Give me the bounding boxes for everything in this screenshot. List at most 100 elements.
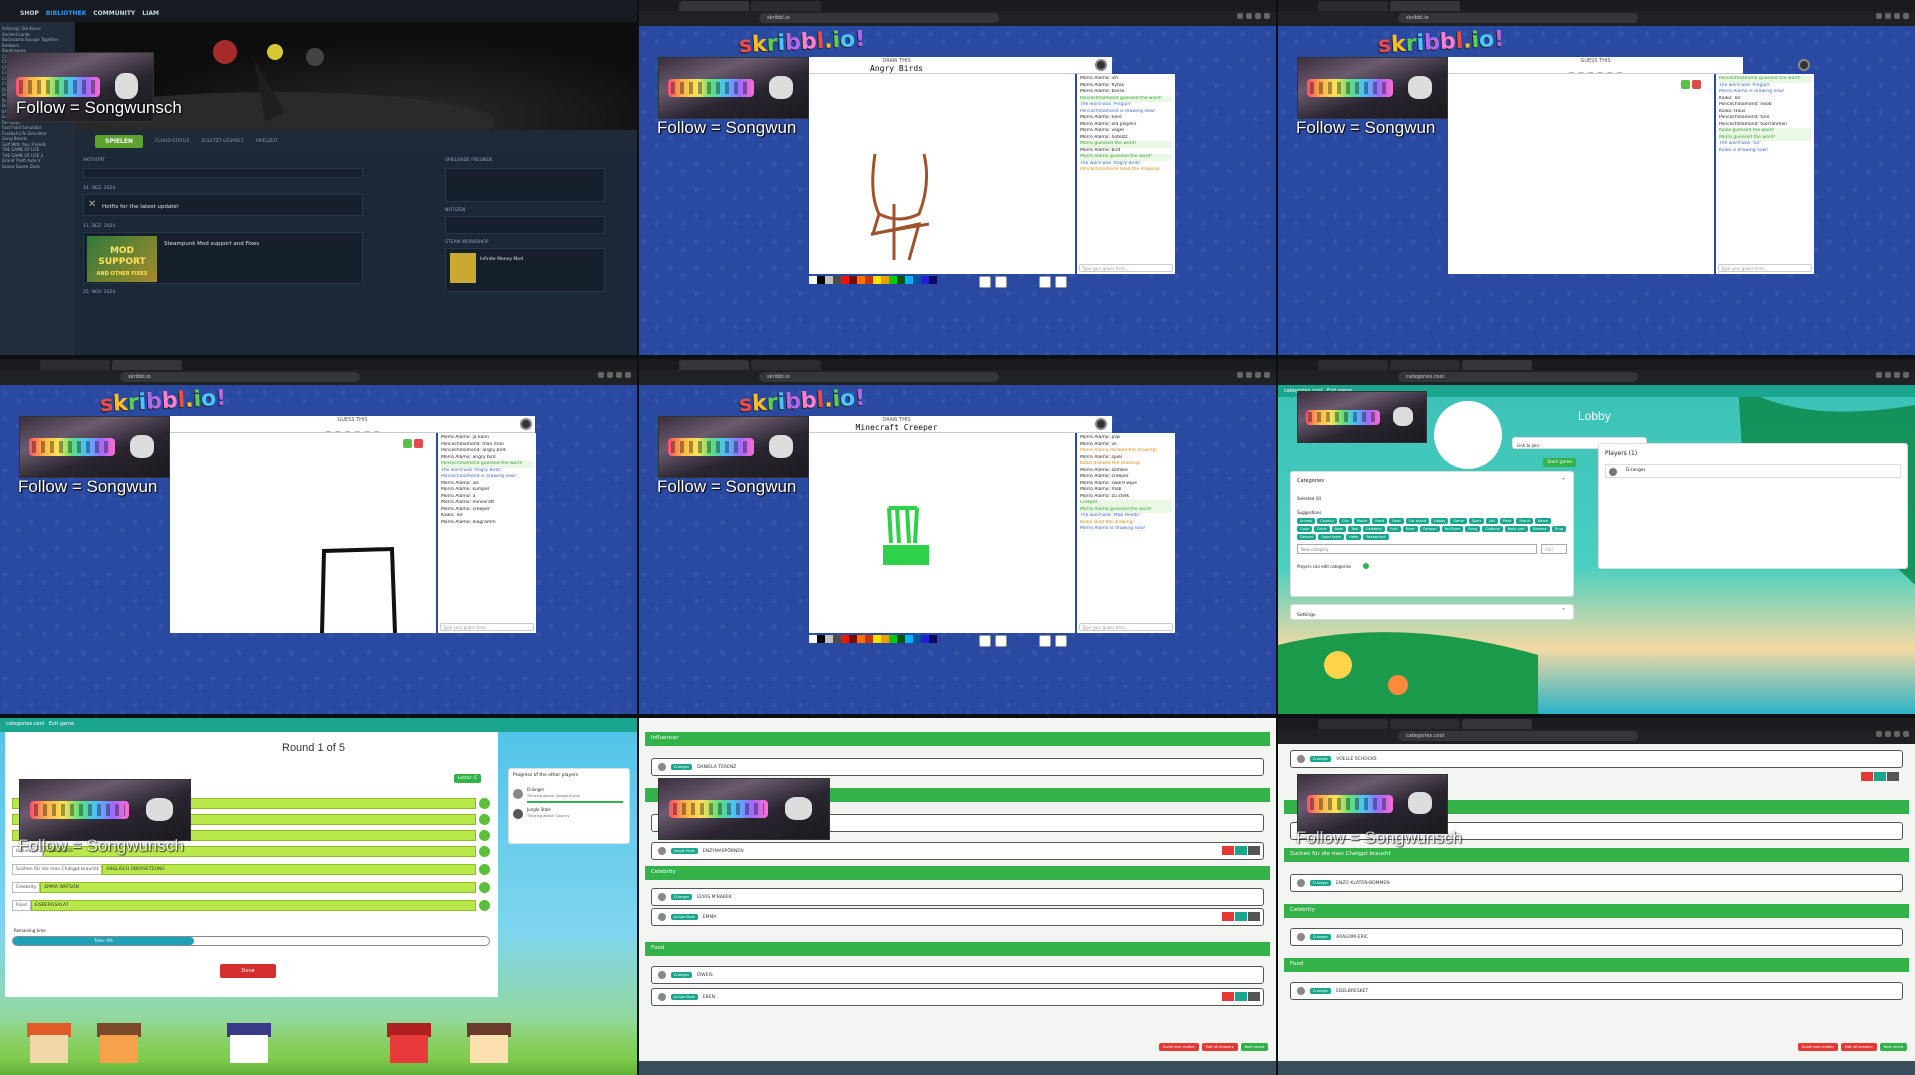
answer-row-celebrity[interactable]: Celebrity EMMA WATSON: [12, 882, 490, 893]
trash-icon[interactable]: [1055, 635, 1067, 647]
drawing-canvas[interactable]: [809, 433, 1075, 633]
palette-color[interactable]: [897, 276, 905, 284]
activity-input[interactable]: [83, 168, 363, 178]
palette-color[interactable]: [929, 635, 937, 643]
category-chip[interactable]: Cartoon: [1419, 526, 1440, 532]
browser-tab[interactable]: [1318, 360, 1388, 370]
guess-input[interactable]: Type your guess here...: [1079, 264, 1173, 272]
edit-answers-button[interactable]: Edit all answers: [1202, 1043, 1238, 1051]
category-chips[interactable]: Animal Country City Movie Band Food Car brand H…: [1297, 518, 1567, 540]
settings-gear-icon[interactable]: [1095, 418, 1107, 430]
settings-gear-icon[interactable]: [520, 418, 532, 430]
brush-size-icon[interactable]: [995, 635, 1007, 647]
guide-chatter-button[interactable]: Guide new chatter: [1158, 1043, 1199, 1051]
palette-color[interactable]: [889, 276, 897, 284]
category-chip[interactable]: Color: [1297, 526, 1313, 532]
browser-tab[interactable]: [40, 360, 110, 370]
palette-color[interactable]: [905, 635, 913, 643]
browser-tab[interactable]: [1318, 1, 1388, 11]
upvote-icon[interactable]: [1235, 846, 1247, 855]
color-palette[interactable]: [809, 276, 937, 284]
patch-card[interactable]: ✕ Hotfix for the latest update!: [83, 194, 363, 216]
palette-color[interactable]: [873, 635, 881, 643]
browser-tab[interactable]: [679, 1, 749, 11]
done-button[interactable]: Done: [220, 964, 276, 978]
upvote-icon[interactable]: [1235, 992, 1247, 1001]
palette-color[interactable]: [881, 635, 889, 643]
palette-color[interactable]: [921, 276, 929, 284]
palette-color[interactable]: [849, 276, 857, 284]
thumbs-up-icon[interactable]: [1681, 80, 1690, 89]
brush-size-icon[interactable]: [995, 276, 1007, 288]
palette-color[interactable]: [913, 276, 921, 284]
category-chip[interactable]: Song: [1465, 526, 1481, 532]
settings-gear-icon[interactable]: [1798, 59, 1810, 71]
downvote-icon[interactable]: [1222, 992, 1234, 1001]
category-chip[interactable]: Brand: [1516, 518, 1533, 524]
field-value[interactable]: ENGLISCH ÜBERSETZUNG: [102, 864, 476, 875]
palette-color[interactable]: [897, 635, 905, 643]
address-bar[interactable]: categories.cool: [1398, 731, 1638, 741]
friends-card[interactable]: [445, 168, 605, 202]
category-chip[interactable]: Clothing: [1482, 526, 1503, 532]
browser-tab[interactable]: [751, 1, 821, 11]
search-icon[interactable]: [1248, 912, 1260, 921]
search-icon[interactable]: [1887, 772, 1899, 781]
browser-tab[interactable]: [1390, 1, 1460, 11]
chevron-up-icon[interactable]: ˄: [1562, 478, 1565, 485]
next-round-button[interactable]: Next round: [1240, 1043, 1268, 1051]
site-name[interactable]: categories.cool: [6, 721, 44, 727]
nav-profile[interactable]: LIAM: [142, 10, 159, 17]
palette-color[interactable]: [825, 276, 833, 284]
category-chip[interactable]: Dessert: [1297, 534, 1317, 540]
fill-tool-icon[interactable]: [979, 276, 991, 288]
guess-input[interactable]: Type your guess here...: [1718, 264, 1812, 272]
palette-color[interactable]: [857, 276, 865, 284]
category-chip[interactable]: Celebrity: [1363, 526, 1385, 532]
fill-tool-icon[interactable]: [979, 635, 991, 647]
palette-color[interactable]: [833, 635, 841, 643]
category-chip[interactable]: City: [1339, 518, 1352, 524]
browser-tab[interactable]: [679, 360, 749, 370]
thumbs-down-icon[interactable]: [1692, 80, 1701, 89]
palette-color[interactable]: [881, 276, 889, 284]
thumbs-up-icon[interactable]: [403, 439, 412, 448]
category-chip[interactable]: Fruit: [1386, 526, 1401, 532]
nav-community[interactable]: COMMUNITY: [93, 10, 135, 17]
address-bar[interactable]: skribbl.io: [1398, 13, 1638, 23]
exit-game-link[interactable]: Exit game: [49, 721, 74, 727]
guess-input[interactable]: Type your guess here...: [440, 623, 534, 631]
browser-tab[interactable]: [1462, 719, 1532, 729]
palette-color[interactable]: [865, 276, 873, 284]
category-chip[interactable]: Tool: [1348, 526, 1362, 532]
color-palette[interactable]: [809, 635, 937, 643]
palette-color[interactable]: [889, 635, 897, 643]
palette-color[interactable]: [865, 635, 873, 643]
downvote-icon[interactable]: [1222, 846, 1234, 855]
trash-icon[interactable]: [1055, 276, 1067, 288]
category-chip[interactable]: Country: [1317, 518, 1338, 524]
browser-tab[interactable]: [1318, 719, 1388, 729]
category-chip[interactable]: Restaurant: [1363, 534, 1389, 540]
browser-tab[interactable]: [112, 360, 182, 370]
new-category-input[interactable]: New category: [1297, 544, 1537, 554]
category-chip[interactable]: Name: [1534, 518, 1552, 524]
category-chip[interactable]: Car brand: [1405, 518, 1430, 524]
browser-tab[interactable]: [751, 360, 821, 370]
settings-panel[interactable]: Settings ˅: [1290, 604, 1574, 620]
category-chip[interactable]: Hobby: [1431, 518, 1449, 524]
category-chip[interactable]: Movie: [1353, 518, 1371, 524]
category-chip[interactable]: Body part: [1504, 526, 1528, 532]
category-chip[interactable]: Game: [1450, 518, 1467, 524]
search-icon[interactable]: [1248, 992, 1260, 1001]
palette-color[interactable]: [825, 635, 833, 643]
category-chip[interactable]: YouTuber: [1441, 526, 1464, 532]
search-icon[interactable]: [1248, 846, 1260, 855]
nav-library[interactable]: BIBLIOTHEK: [46, 10, 86, 17]
settings-gear-icon[interactable]: [1095, 59, 1107, 71]
category-chip[interactable]: Hotel: [1346, 534, 1362, 540]
undo-icon[interactable]: [1039, 635, 1051, 647]
start-game-button[interactable]: Start game: [1543, 458, 1577, 467]
palette-color[interactable]: [857, 635, 865, 643]
guess-input[interactable]: Type your guess here...: [1079, 623, 1173, 631]
